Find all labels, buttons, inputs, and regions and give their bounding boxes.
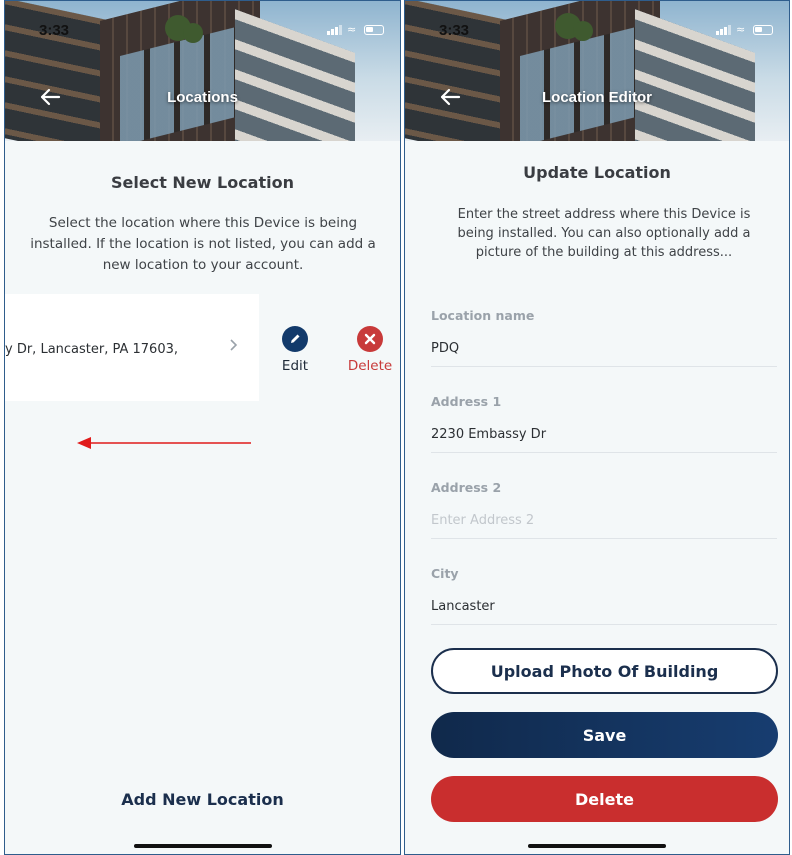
signal-icon [716,25,731,35]
close-icon [357,326,383,352]
section-title: Update Location [523,163,671,182]
wifi-icon: ≈ [736,23,746,36]
section-title: Select New Location [111,173,294,192]
address-2-field: Address 2 [431,480,777,539]
header-banner-image: 3:33 ≈ Location Editor [405,1,789,141]
field-label: Location name [431,308,535,323]
header-banner-image: 3:33 ≈ Locations [5,1,400,141]
field-label: Address 2 [431,480,502,495]
status-time: 3:33 [439,22,470,39]
delete-label: Delete [347,358,393,374]
home-indicator [528,844,666,848]
address-1-input[interactable] [431,427,777,442]
status-icons: ≈ [327,23,384,36]
address-2-input[interactable] [431,513,777,528]
city-input[interactable] [431,599,777,614]
chevron-right-icon [230,339,238,351]
signal-icon [327,25,342,35]
location-editor-screen: 3:33 ≈ Location Editor Update Location E… [404,0,790,855]
home-indicator [133,844,272,848]
location-name-input[interactable] [431,341,777,356]
field-label: Address 1 [431,394,502,409]
swipe-hint-arrow [77,437,251,449]
save-button[interactable]: Save [431,712,778,758]
location-row[interactable]: y Dr, Lancaster, PA 17603, [5,294,259,401]
status-time: 3:33 [39,22,70,39]
edit-label: Edit [281,358,309,374]
battery-icon [753,25,773,35]
upload-photo-button[interactable]: Upload Photo Of Building [431,648,778,694]
edit-button[interactable]: Edit [279,326,311,374]
header-title: Location Editor [542,89,652,106]
add-new-location-button[interactable]: Add New Location [5,790,400,809]
wifi-icon: ≈ [347,23,357,36]
locations-screen: 3:33 ≈ Locations Select New Location Sel… [4,0,401,855]
location-row-text: y Dr, Lancaster, PA 17603, [5,342,179,357]
description-text: Select the location where this Device is… [30,215,376,273]
field-label: City [431,566,459,581]
pencil-icon [282,326,308,352]
header-title: Locations [167,89,238,106]
delete-button[interactable]: Delete [431,776,778,822]
battery-icon [364,25,384,35]
location-name-field: Location name [431,308,777,367]
description-text: Enter the street address where this Devi… [457,207,751,260]
address-1-field: Address 1 [431,394,777,453]
city-field: City [431,566,777,625]
status-icons: ≈ [716,23,773,36]
delete-swipe-button[interactable]: Delete [341,326,399,374]
